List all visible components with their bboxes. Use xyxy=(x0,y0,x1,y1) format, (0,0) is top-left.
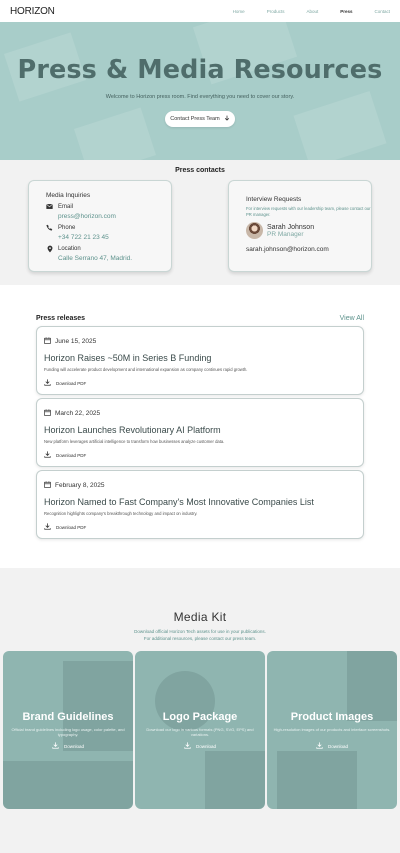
logo[interactable]: HORIZON xyxy=(10,6,55,17)
download-label: Download PDF xyxy=(56,524,87,530)
release-headline: Horizon Named to Fast Company's Most Inn… xyxy=(44,497,314,507)
media-kit-title: Media Kit xyxy=(173,610,227,624)
brand-guidelines-card[interactable]: Brand Guidelines Official brand guidelin… xyxy=(3,651,133,809)
download-icon xyxy=(184,742,191,750)
release-headline: Horizon Launches Revolutionary AI Platfo… xyxy=(44,425,221,435)
release-date-text: February 8, 2025 xyxy=(55,482,105,489)
phone-row: Phone xyxy=(46,224,171,231)
location-label: Location xyxy=(58,245,81,252)
download-pdf-button[interactable]: Download PDF xyxy=(44,451,363,459)
kit-card-text: Download our logo in various formats (PN… xyxy=(146,727,254,738)
logo-package-card[interactable]: Logo Package Download our logo in variou… xyxy=(135,651,265,809)
kit-download-label: Download xyxy=(63,743,84,749)
release-date: February 8, 2025 xyxy=(44,481,363,490)
download-icon xyxy=(44,523,51,531)
download-icon xyxy=(316,742,323,750)
location-row: Location xyxy=(46,245,171,252)
interview-description: For interview requests with our leadersh… xyxy=(246,206,371,217)
download-icon xyxy=(52,742,59,750)
location-value: Calle Serrano 47, Madrid. xyxy=(58,255,133,262)
kit-download-button[interactable]: Download xyxy=(135,742,265,750)
media-inquiries-card: Media Inquiries Email press@horizon.com … xyxy=(28,180,172,272)
release-description: Recognition highlights company's breakth… xyxy=(44,511,198,516)
nav-link-contact[interactable]: Contact xyxy=(374,9,390,14)
location-pin-icon xyxy=(46,245,53,252)
pr-manager-name: Sarah Johnson xyxy=(267,223,315,231)
kit-card-title: Product Images xyxy=(290,711,374,723)
press-contacts-section: Press contacts Media Inquiries Email pre… xyxy=(0,160,400,285)
nav-link-products[interactable]: Products xyxy=(267,9,285,14)
download-icon xyxy=(44,379,51,387)
email-row: Email xyxy=(46,203,171,210)
interview-requests-heading: Interview Requests xyxy=(246,196,302,203)
calendar-icon xyxy=(44,481,51,490)
release-date-text: March 22, 2025 xyxy=(55,410,101,417)
cta-label: Contact Press Team xyxy=(170,116,220,122)
release-description: New platform leverages artificial intell… xyxy=(44,439,225,444)
kit-card-title: Logo Package xyxy=(162,711,238,723)
phone-icon xyxy=(46,224,53,231)
view-all-link[interactable]: View All xyxy=(340,315,364,322)
kit-card-title: Brand Guidelines xyxy=(22,711,114,723)
nav-link-about[interactable]: About xyxy=(306,9,318,14)
email-label: Email xyxy=(58,203,74,210)
hero-decor xyxy=(293,90,387,160)
contact-press-team-button[interactable]: Contact Press Team xyxy=(165,111,235,127)
kit-download-label: Download xyxy=(327,743,348,749)
phone-number[interactable]: +34 722 21 23 45 xyxy=(58,234,171,241)
kit-download-button[interactable]: Download xyxy=(267,742,397,750)
avatar xyxy=(246,222,263,240)
press-releases-header: Press releases View All xyxy=(36,315,364,322)
interview-requests-card: Interview Requests For interview request… xyxy=(228,180,372,272)
card-photo-shade xyxy=(277,751,357,809)
mail-icon xyxy=(46,203,53,210)
media-kit-section: Media Kit Download official Horizon Tech… xyxy=(0,568,400,853)
kit-card-text: High-resolution images of our products a… xyxy=(273,727,391,732)
release-date: June 15, 2025 xyxy=(44,337,363,346)
pr-manager-role: PR Manager xyxy=(267,230,304,238)
kit-card-text: Official brand guidelines including logo… xyxy=(11,727,125,738)
nav-link-home[interactable]: Home xyxy=(233,9,245,14)
hero: Press & Media Resources Welcome to Horiz… xyxy=(0,22,400,160)
press-release-card[interactable]: June 15, 2025 Horizon Raises ~50M in Ser… xyxy=(36,326,364,395)
download-pdf-button[interactable]: Download PDF xyxy=(44,523,363,531)
press-contacts-title: Press contacts xyxy=(175,167,225,174)
release-headline: Horizon Raises ~50M in Series B Funding xyxy=(44,353,212,363)
download-label: Download PDF xyxy=(56,380,87,386)
nav-link-press[interactable]: Press xyxy=(340,9,352,14)
arrow-down-icon xyxy=(224,115,230,123)
download-pdf-button[interactable]: Download PDF xyxy=(44,379,363,387)
card-photo-shade xyxy=(205,751,265,809)
hero-subtitle: Welcome to Horizon press room. Find ever… xyxy=(105,94,295,100)
hero-decor xyxy=(73,107,157,160)
pr-manager: Sarah Johnson PR Manager xyxy=(246,222,371,240)
press-release-card[interactable]: February 8, 2025 Horizon Named to Fast C… xyxy=(36,470,364,539)
media-kit-description: Download official Horizon Tech assets fo… xyxy=(0,629,400,642)
media-kit-description-line: For additional resources, please contact… xyxy=(143,635,257,641)
calendar-icon xyxy=(44,337,51,346)
media-inquiries-heading: Media Inquiries xyxy=(46,192,91,199)
nav-links: Home Products About Press Contact xyxy=(211,9,390,14)
card-photo-shade xyxy=(3,761,133,809)
kit-download-label: Download xyxy=(195,743,216,749)
download-icon xyxy=(44,451,51,459)
pr-manager-email[interactable]: sarah.johnson@horizon.com xyxy=(246,246,371,253)
page-title: Press & Media Resources xyxy=(17,55,383,85)
phone-label: Phone xyxy=(58,224,76,231)
kit-download-button[interactable]: Download xyxy=(3,742,133,750)
release-date-text: June 15, 2025 xyxy=(55,338,97,345)
download-label: Download PDF xyxy=(56,452,87,458)
release-date: March 22, 2025 xyxy=(44,409,363,418)
calendar-icon xyxy=(44,409,51,418)
product-images-card[interactable]: Product Images High-resolution images of… xyxy=(267,651,397,809)
top-nav: HORIZON Home Products About Press Contac… xyxy=(0,0,400,22)
press-releases-title: Press releases xyxy=(36,315,86,322)
release-description: Funding will accelerate product developm… xyxy=(44,367,248,372)
press-release-card[interactable]: March 22, 2025 Horizon Launches Revoluti… xyxy=(36,398,364,467)
email-link[interactable]: press@horizon.com xyxy=(58,213,171,220)
press-releases-section: Press releases View All June 15, 2025 Ho… xyxy=(0,285,400,568)
